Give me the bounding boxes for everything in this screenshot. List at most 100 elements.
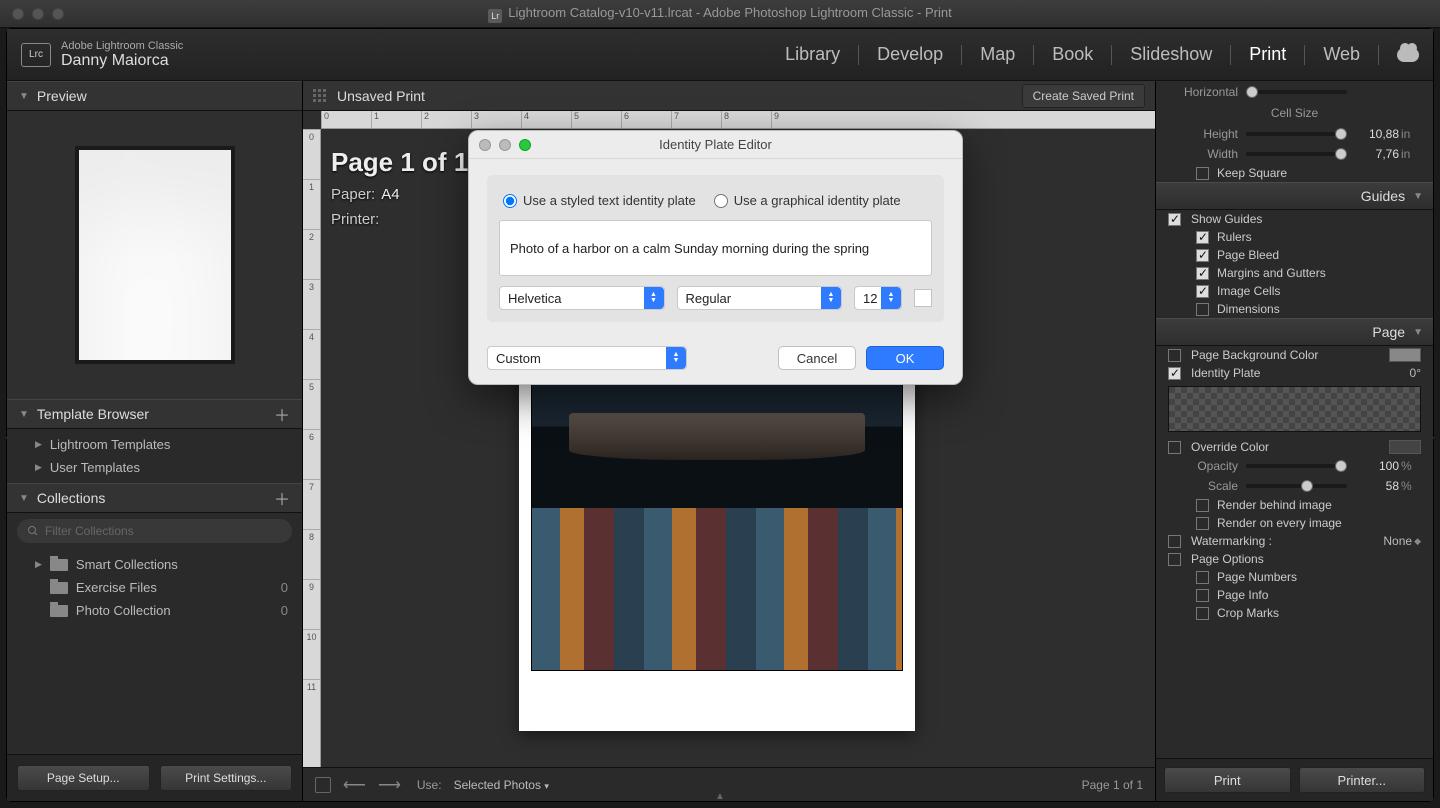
ok-button[interactable]: OK bbox=[866, 346, 944, 370]
width-slider[interactable] bbox=[1246, 152, 1347, 156]
collections-head[interactable]: ▼Collections＋ bbox=[7, 483, 302, 513]
use-label: Use: bbox=[417, 778, 442, 792]
font-size-select[interactable]: 12▲▼ bbox=[854, 286, 902, 310]
module-book[interactable]: Book bbox=[1052, 44, 1093, 65]
module-develop[interactable]: Develop bbox=[877, 44, 943, 65]
opacity-slider[interactable] bbox=[1246, 464, 1347, 468]
chevron-updown-icon: ▲▼ bbox=[881, 287, 901, 309]
page-setup-button[interactable]: Page Setup... bbox=[17, 765, 150, 791]
identity-plate-editor-dialog: Identity Plate Editor Use a styled text … bbox=[468, 130, 963, 385]
dialog-titlebar: Identity Plate Editor bbox=[469, 131, 962, 159]
template-browser-head[interactable]: ▼Template Browser＋ bbox=[7, 399, 302, 429]
rulers-checkbox[interactable]: Rulers bbox=[1156, 228, 1433, 246]
bottom-panel-collapse-icon[interactable]: ▲ bbox=[7, 791, 1433, 801]
watermark-dropdown[interactable]: None◆ bbox=[1383, 534, 1421, 548]
mac-titlebar: LrLightroom Catalog-v10-v11.lrcat - Adob… bbox=[0, 0, 1440, 28]
horizontal-slider[interactable] bbox=[1246, 90, 1347, 94]
folder-icon bbox=[50, 605, 68, 617]
module-map[interactable]: Map bbox=[980, 44, 1015, 65]
module-library[interactable]: Library bbox=[785, 44, 840, 65]
create-saved-print-button[interactable]: Create Saved Print bbox=[1022, 84, 1145, 108]
print-button[interactable]: Print bbox=[1164, 767, 1291, 793]
print-collection-bar: Unsaved Print Create Saved Print bbox=[303, 81, 1155, 111]
identity-text: Adobe Lightroom Classic Danny Maiorca bbox=[61, 40, 183, 70]
font-weight-select[interactable]: Regular▲▼ bbox=[677, 286, 843, 310]
template-folder[interactable]: ▶Lightroom Templates bbox=[7, 433, 302, 456]
preview-panel-head[interactable]: ▼Preview bbox=[7, 81, 302, 111]
keep-square-checkbox[interactable]: Keep Square bbox=[1156, 164, 1433, 182]
folder-icon bbox=[50, 582, 68, 594]
add-collection-icon[interactable]: ＋ bbox=[274, 486, 290, 510]
show-guides-checkbox[interactable]: Show Guides bbox=[1156, 210, 1433, 228]
identity-plate-checkbox[interactable]: Identity Plate0° bbox=[1156, 364, 1433, 382]
override-color-swatch[interactable] bbox=[1389, 440, 1421, 454]
image-cells-checkbox[interactable]: Image Cells bbox=[1156, 282, 1433, 300]
page-numbers-checkbox[interactable]: Page Numbers bbox=[1156, 568, 1433, 586]
chevron-updown-icon: ▲▼ bbox=[666, 347, 686, 369]
folder-icon bbox=[50, 559, 68, 571]
chevron-updown-icon: ▲▼ bbox=[821, 287, 841, 309]
ruler-vertical: 01234567891011 bbox=[303, 129, 321, 767]
canvas-info-overlay: Page 1 of 1 Paper:A4 Printer: bbox=[331, 147, 468, 228]
module-picker: Library Develop Map Book Slideshow Print… bbox=[785, 44, 1419, 65]
filter-placeholder: Filter Collections bbox=[45, 524, 134, 538]
font-family-select[interactable]: Helvetica▲▼ bbox=[499, 286, 665, 310]
identity-plate-preview[interactable] bbox=[1168, 386, 1421, 432]
identity-bar: Lrc Adobe Lightroom Classic Danny Maiorc… bbox=[7, 29, 1433, 81]
dimensions-checkbox[interactable]: Dimensions bbox=[1156, 300, 1433, 318]
page-counter: Page 1 of 1 bbox=[1082, 778, 1143, 792]
render-every-checkbox[interactable]: Render on every image bbox=[1156, 514, 1433, 532]
page-bg-checkbox[interactable]: Page Background Color bbox=[1156, 346, 1433, 364]
cloud-sync-icon[interactable] bbox=[1397, 48, 1419, 62]
cell-size-heading: Cell Size bbox=[1156, 102, 1433, 124]
font-color-swatch[interactable] bbox=[914, 289, 932, 307]
preview-thumbnail bbox=[7, 111, 302, 399]
graphical-radio[interactable]: Use a graphical identity plate bbox=[714, 193, 901, 208]
identity-line2: Danny Maiorca bbox=[61, 52, 183, 70]
dialog-title: Identity Plate Editor bbox=[469, 137, 962, 152]
ruler-horizontal: 0123456789 bbox=[321, 111, 1155, 129]
height-slider[interactable] bbox=[1246, 132, 1347, 136]
collection-row[interactable]: ▶Smart Collections bbox=[7, 553, 302, 576]
filter-collections-input[interactable]: Filter Collections bbox=[17, 519, 292, 543]
guides-section-head[interactable]: Guides▼ bbox=[1156, 182, 1433, 210]
page-section-head[interactable]: Page▼ bbox=[1156, 318, 1433, 346]
horizontal-label: Horizontal bbox=[1168, 85, 1238, 99]
chevron-updown-icon: ▲▼ bbox=[644, 287, 664, 309]
page-indicator: Page 1 of 1 bbox=[331, 147, 468, 178]
print-collection-title: Unsaved Print bbox=[337, 88, 425, 104]
grip-icon bbox=[313, 89, 327, 103]
cancel-button[interactable]: Cancel bbox=[778, 346, 856, 370]
module-print[interactable]: Print bbox=[1249, 44, 1286, 65]
preset-select[interactable]: Custom▲▼ bbox=[487, 346, 687, 370]
module-web[interactable]: Web bbox=[1323, 44, 1360, 65]
search-icon bbox=[27, 525, 39, 537]
add-template-icon[interactable]: ＋ bbox=[274, 402, 290, 426]
page-bleed-checkbox[interactable]: Page Bleed bbox=[1156, 246, 1433, 264]
scale-slider[interactable] bbox=[1246, 484, 1347, 488]
collection-row[interactable]: ▶Exercise Files0 bbox=[7, 576, 302, 599]
page-options-checkbox[interactable]: Page Options bbox=[1156, 550, 1433, 568]
app-file-icon: Lr bbox=[488, 9, 502, 23]
page-sheet[interactable] bbox=[519, 331, 915, 731]
module-slideshow[interactable]: Slideshow bbox=[1130, 44, 1212, 65]
printer-button[interactable]: Printer... bbox=[1299, 767, 1426, 793]
override-color-checkbox[interactable]: Override Color bbox=[1156, 438, 1433, 456]
page-info-checkbox[interactable]: Page Info bbox=[1156, 586, 1433, 604]
margins-checkbox[interactable]: Margins and Gutters bbox=[1156, 264, 1433, 282]
crop-marks-checkbox[interactable]: Crop Marks bbox=[1156, 604, 1433, 622]
watermarking-checkbox[interactable]: Watermarking :None◆ bbox=[1156, 532, 1433, 550]
identity-line1: Adobe Lightroom Classic bbox=[61, 40, 183, 52]
render-behind-checkbox[interactable]: Render behind image bbox=[1156, 496, 1433, 514]
left-panel: ▼Preview ▼Template Browser＋ ▶Lightroom T… bbox=[7, 81, 303, 801]
print-settings-button[interactable]: Print Settings... bbox=[160, 765, 293, 791]
use-dropdown[interactable]: Selected Photos ▾ bbox=[454, 778, 549, 792]
preview-page-icon bbox=[75, 146, 235, 364]
bg-color-swatch[interactable] bbox=[1389, 348, 1421, 362]
identity-text-input[interactable]: Photo of a harbor on a calm Sunday morni… bbox=[499, 220, 932, 276]
window-title: LrLightroom Catalog-v10-v11.lrcat - Adob… bbox=[0, 5, 1440, 23]
collection-row[interactable]: ▶Photo Collection0 bbox=[7, 599, 302, 622]
styled-text-radio[interactable]: Use a styled text identity plate bbox=[503, 193, 696, 208]
right-panel: Horizontal Cell Size Height10,88in Width… bbox=[1155, 81, 1433, 801]
template-folder[interactable]: ▶User Templates bbox=[7, 456, 302, 479]
